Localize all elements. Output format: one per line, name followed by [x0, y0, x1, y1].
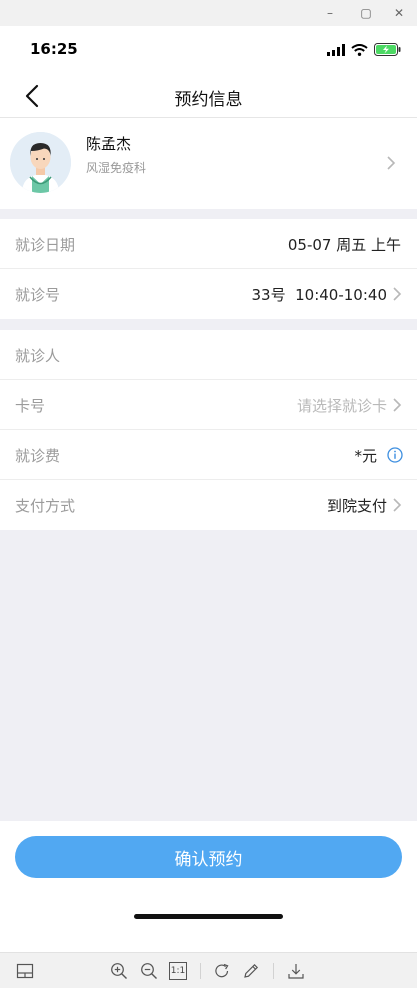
visit-fee-value: *元: [354, 447, 377, 465]
navigation-bar: 预约信息: [0, 74, 417, 118]
info-icon[interactable]: [387, 447, 403, 463]
doctor-name: 陈孟杰: [86, 135, 132, 153]
page-title: 预约信息: [174, 90, 243, 110]
visit-number-value: 33号 10:40-10:40: [251, 286, 388, 304]
doctor-profile-card[interactable]: 陈孟杰 风湿免疫科: [0, 118, 417, 209]
edit-icon[interactable]: [242, 962, 260, 980]
row-patient[interactable]: 就诊人: [0, 330, 417, 380]
window-title-bar: – ▢ ✕: [0, 0, 417, 26]
close-icon: ✕: [393, 6, 405, 20]
visit-info-group: 就诊日期 05-07 周五 上午 就诊号 33号 10:40-10:40: [0, 219, 417, 319]
download-icon[interactable]: [287, 962, 305, 980]
status-bar: 16:25: [0, 26, 417, 74]
wifi-icon: [351, 43, 368, 56]
home-indicator[interactable]: [134, 914, 283, 919]
chevron-right-icon: [393, 498, 402, 512]
actual-size-icon[interactable]: 1:1: [169, 962, 187, 980]
card-number-select[interactable]: 请选择就诊卡: [297, 395, 387, 416]
doctor-department: 风湿免疫科: [86, 161, 147, 175]
toolbar-separator: [200, 963, 201, 979]
chevron-right-icon: [393, 398, 402, 412]
patient-label: 就诊人: [15, 347, 61, 365]
signal-icon: [327, 43, 345, 56]
sidebar-toggle-icon[interactable]: [16, 962, 34, 980]
card-number-label: 卡号: [15, 397, 46, 415]
payment-method-label: 支付方式: [15, 497, 76, 515]
visit-date-value: 05-07 周五 上午: [287, 236, 401, 254]
chevron-right-icon: [387, 156, 396, 170]
status-icons: [327, 43, 401, 56]
minimize-button[interactable]: –: [319, 4, 341, 22]
status-time: 16:25: [30, 40, 78, 58]
visit-date-label: 就诊日期: [15, 236, 76, 254]
rotate-icon[interactable]: [213, 962, 231, 980]
phone-screen: 16:25 预约信息 陈孟杰 风湿免疫科 就诊日期 05-07 周五 上午 就诊…: [0, 26, 417, 952]
maximize-button[interactable]: ▢: [355, 4, 377, 22]
payment-method-value: 到院支付: [326, 497, 387, 515]
chevron-right-icon: [393, 287, 402, 301]
row-visit-fee: 就诊费 *元: [0, 430, 417, 480]
viewer-toolbar: 1:1: [0, 952, 417, 988]
visit-fee-label: 就诊费: [15, 447, 61, 465]
toolbar-separator: [273, 963, 274, 979]
row-payment-method[interactable]: 支付方式 到院支付: [0, 480, 417, 530]
minimize-icon: –: [327, 6, 333, 20]
bottom-action-bar: 确认预约: [0, 821, 417, 952]
close-button[interactable]: ✕: [388, 4, 410, 22]
zoom-in-icon[interactable]: [110, 962, 128, 980]
row-visit-date: 就诊日期 05-07 周五 上午: [0, 219, 417, 269]
battery-charging-icon: [374, 43, 401, 56]
visit-number-label: 就诊号: [15, 286, 61, 304]
zoom-out-icon[interactable]: [140, 962, 158, 980]
maximize-icon: ▢: [360, 6, 372, 20]
confirm-appointment-button[interactable]: 确认预约: [15, 836, 402, 878]
row-visit-number[interactable]: 就诊号 33号 10:40-10:40: [0, 269, 417, 319]
patient-info-group: 就诊人 卡号 请选择就诊卡 就诊费 *元 支付方式 到院支付: [0, 330, 417, 530]
doctor-avatar-icon: [10, 132, 71, 193]
row-card-number[interactable]: 卡号 请选择就诊卡: [0, 380, 417, 430]
